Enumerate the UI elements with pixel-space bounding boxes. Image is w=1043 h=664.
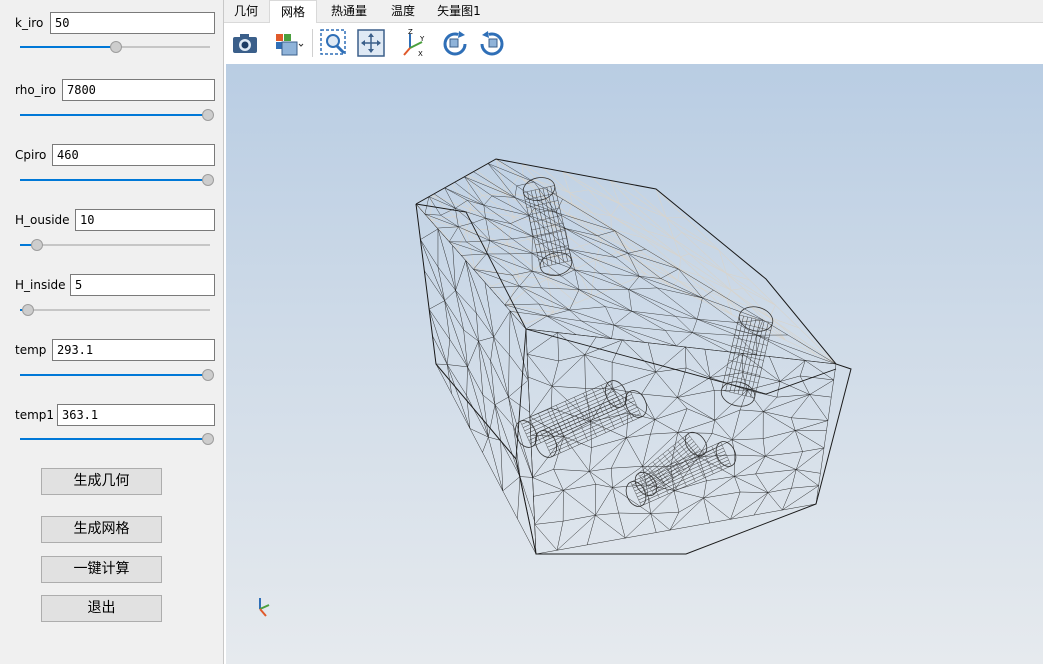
h-ouside-input[interactable]: 10 bbox=[75, 209, 215, 231]
toolbar-separator bbox=[312, 29, 313, 57]
view-cube-icon[interactable] bbox=[274, 28, 304, 58]
h-ouside-label: H_ouside bbox=[15, 213, 70, 227]
graphics-toolbar: ZYX bbox=[224, 23, 1043, 64]
compute-button[interactable]: 一键计算 bbox=[41, 556, 162, 583]
h-inside-label: H_inside bbox=[15, 278, 66, 292]
cpiro-label: Cpiro bbox=[15, 148, 47, 162]
temp1-input[interactable]: 363.1 bbox=[57, 404, 215, 426]
h-ouside-slider[interactable] bbox=[20, 239, 210, 251]
generate-geometry-button[interactable]: 生成几何 bbox=[41, 468, 162, 495]
temp1-slider[interactable] bbox=[20, 433, 214, 445]
rho-iro-label: rho_iro bbox=[15, 83, 57, 97]
axis-orientation-icon[interactable]: ZYX bbox=[400, 28, 430, 58]
k-iro-slider[interactable] bbox=[20, 41, 210, 53]
tab-bar: 几何 网格 热通量 温度 矢量图1 bbox=[224, 0, 1043, 23]
temp-label: temp bbox=[15, 343, 47, 357]
3d-viewport[interactable] bbox=[226, 64, 1043, 664]
tab-mesh[interactable]: 网格 bbox=[269, 0, 317, 23]
parameter-panel: k_iro 50 rho_iro 7800 Cpiro 460 H_ouside… bbox=[0, 0, 224, 664]
zoom-extents-icon[interactable] bbox=[356, 28, 386, 58]
mesh-wireframe bbox=[415, 158, 852, 555]
cpiro-input[interactable]: 460 bbox=[52, 144, 215, 166]
camera-icon[interactable] bbox=[230, 28, 260, 58]
tab-geometry[interactable]: 几何 bbox=[226, 0, 266, 22]
zoom-box-icon[interactable] bbox=[319, 28, 349, 58]
temp-input[interactable]: 293.1 bbox=[52, 339, 215, 361]
rotate-cw-icon[interactable] bbox=[440, 28, 470, 58]
tab-heat-flux[interactable]: 热通量 bbox=[322, 0, 376, 22]
generate-mesh-button[interactable]: 生成网格 bbox=[41, 516, 162, 543]
svg-text:X: X bbox=[418, 50, 423, 58]
tab-temperature[interactable]: 温度 bbox=[382, 0, 424, 22]
temp-slider[interactable] bbox=[20, 369, 214, 381]
k-iro-label: k_iro bbox=[15, 16, 44, 30]
graphics-panel: 几何 网格 热通量 温度 矢量图1 ZYX bbox=[224, 0, 1043, 664]
svg-text:Y: Y bbox=[419, 35, 425, 43]
mesh-view bbox=[259, 158, 852, 617]
rotate-ccw-icon[interactable] bbox=[477, 28, 507, 58]
rho-iro-slider[interactable] bbox=[20, 109, 214, 121]
temp1-label: temp1 bbox=[15, 408, 55, 422]
svg-text:Z: Z bbox=[408, 28, 413, 36]
axis-triad-icon bbox=[259, 598, 270, 617]
exit-button[interactable]: 退出 bbox=[41, 595, 162, 622]
tab-vector-plot[interactable]: 矢量图1 bbox=[431, 0, 487, 22]
h-inside-slider[interactable] bbox=[20, 304, 210, 316]
h-inside-input[interactable]: 5 bbox=[70, 274, 215, 296]
cpiro-slider[interactable] bbox=[20, 174, 214, 186]
rho-iro-input[interactable]: 7800 bbox=[62, 79, 215, 101]
k-iro-input[interactable]: 50 bbox=[50, 12, 215, 34]
